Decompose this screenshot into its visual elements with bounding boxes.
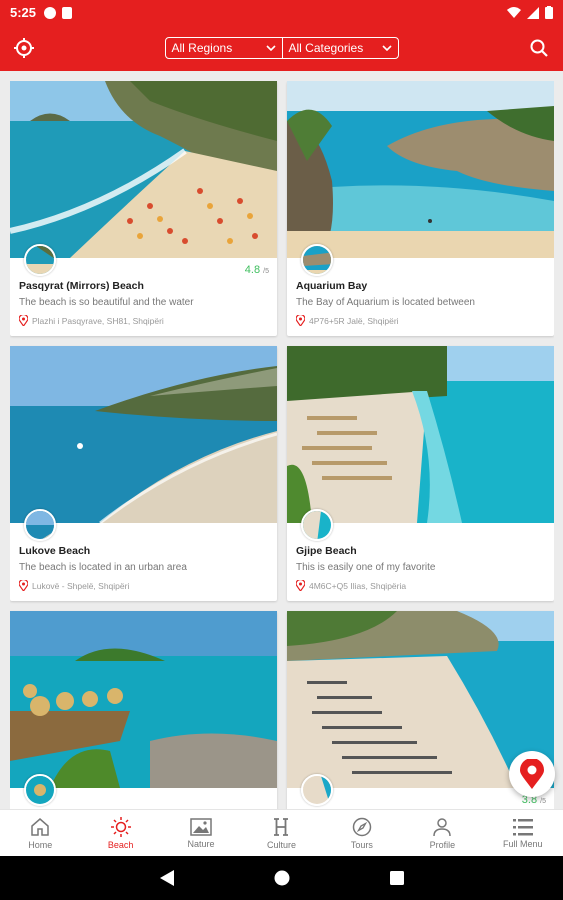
- bottom-nav: Home Beach Nature Culture Tours Profile …: [0, 809, 563, 856]
- nav-item-full-menu[interactable]: Full Menu: [483, 810, 563, 856]
- chevron-down-icon: [381, 45, 392, 51]
- nav-item-profile[interactable]: Profile: [402, 810, 482, 856]
- beach-card[interactable]: [10, 611, 277, 809]
- beach-title: Aquarium Bay: [296, 280, 368, 292]
- nav-item-culture[interactable]: Culture: [241, 810, 321, 856]
- avatar: [301, 509, 333, 541]
- nav-label: Profile: [429, 839, 456, 850]
- beach-title: Pasqyrat (Mirrors) Beach: [19, 280, 144, 292]
- nav-item-nature[interactable]: Nature: [161, 810, 241, 856]
- beach-photo: [10, 81, 277, 258]
- notification-icon: [44, 6, 57, 19]
- nav-label: Home: [28, 839, 53, 850]
- nav-item-tours[interactable]: Tours: [322, 810, 402, 856]
- crosshair-icon: [14, 38, 34, 58]
- beach-description: The Bay of Aquarium is located between: [296, 297, 475, 308]
- location-pin-icon: [296, 580, 305, 591]
- status-time: 5:25: [10, 5, 37, 20]
- nav-item-home[interactable]: Home: [0, 810, 80, 856]
- nav-label: Full Menu: [502, 838, 543, 849]
- locate-button[interactable]: [12, 36, 36, 60]
- menu-icon: [512, 818, 533, 835]
- regions-select[interactable]: All Regions: [166, 38, 282, 58]
- beach-card[interactable]: Aquarium Bay The Bay of Aquarium is loca…: [287, 81, 554, 336]
- beach-photo: [287, 81, 554, 258]
- compass-icon: [352, 817, 372, 836]
- nav-label: Tours: [350, 839, 373, 850]
- location-pin-icon: [19, 315, 28, 326]
- map-button[interactable]: [509, 751, 555, 797]
- home-button[interactable]: [274, 870, 290, 886]
- beach-card[interactable]: 4.8 /5 Pasqyrat (Mirrors) Beach The beac…: [10, 81, 277, 336]
- beach-title: Gjipe Beach: [296, 545, 357, 557]
- beach-description: The beach is so beautiful and the water: [19, 297, 194, 308]
- regions-select-value: All Regions: [171, 41, 233, 55]
- wifi-icon: [507, 6, 521, 18]
- map-pin-icon: [520, 759, 544, 789]
- beach-card[interactable]: Gjipe Beach This is easily one of my fav…: [287, 346, 554, 601]
- search-button[interactable]: [527, 36, 551, 60]
- beach-photo: [10, 611, 277, 788]
- beach-description: This is easily one of my favorite: [296, 562, 436, 573]
- chevron-down-icon: [265, 45, 276, 51]
- system-nav-bar: [0, 856, 563, 900]
- home-icon: [31, 817, 49, 836]
- recents-button[interactable]: [389, 871, 404, 885]
- rating: 4.8 /5: [244, 264, 269, 276]
- beach-address: Plazhi i Pasqyrave, SH81, Shqipëri: [19, 315, 164, 326]
- avatar: [24, 509, 56, 541]
- image-icon: [190, 817, 212, 836]
- status-bar: 5:25: [0, 0, 563, 25]
- battery-icon: [545, 6, 553, 19]
- location-pin-icon: [296, 315, 305, 326]
- sun-icon: [110, 816, 131, 837]
- beach-description: The beach is located in an urban area: [19, 562, 187, 573]
- categories-select-value: All Categories: [288, 41, 364, 55]
- signal-icon: [527, 6, 539, 19]
- nav-label: Nature: [187, 838, 215, 849]
- filter-bar: All Regions All Categories: [164, 37, 399, 59]
- avatar: [301, 774, 333, 806]
- culture-icon: [274, 817, 289, 836]
- person-icon: [433, 817, 452, 836]
- location-pin-icon: [19, 580, 28, 591]
- beach-photo: [287, 346, 554, 523]
- categories-select[interactable]: All Categories: [281, 38, 398, 58]
- search-icon: [530, 39, 548, 57]
- avatar: [24, 244, 56, 276]
- beach-address: 4P76+5R Jalë, Shqipëri: [296, 315, 399, 326]
- avatar: [24, 774, 56, 806]
- beach-address: Lukovë - Shpelë, Shqipëri: [19, 580, 129, 591]
- app-bar: All Regions All Categories: [0, 25, 563, 71]
- avatar: [301, 244, 333, 276]
- sim-icon: [62, 6, 73, 19]
- beach-photo: [10, 346, 277, 523]
- nav-item-beach[interactable]: Beach: [80, 810, 160, 856]
- beach-card[interactable]: Lukove Beach The beach is located in an …: [10, 346, 277, 601]
- beach-address: 4M6C+Q5 Ilias, Shqipëria: [296, 580, 406, 591]
- beach-grid: 4.8 /5 Pasqyrat (Mirrors) Beach The beac…: [10, 81, 554, 809]
- nav-label: Beach: [107, 839, 134, 850]
- nav-label: Culture: [266, 839, 296, 850]
- beach-title: Lukove Beach: [19, 545, 91, 557]
- back-button[interactable]: [159, 870, 174, 886]
